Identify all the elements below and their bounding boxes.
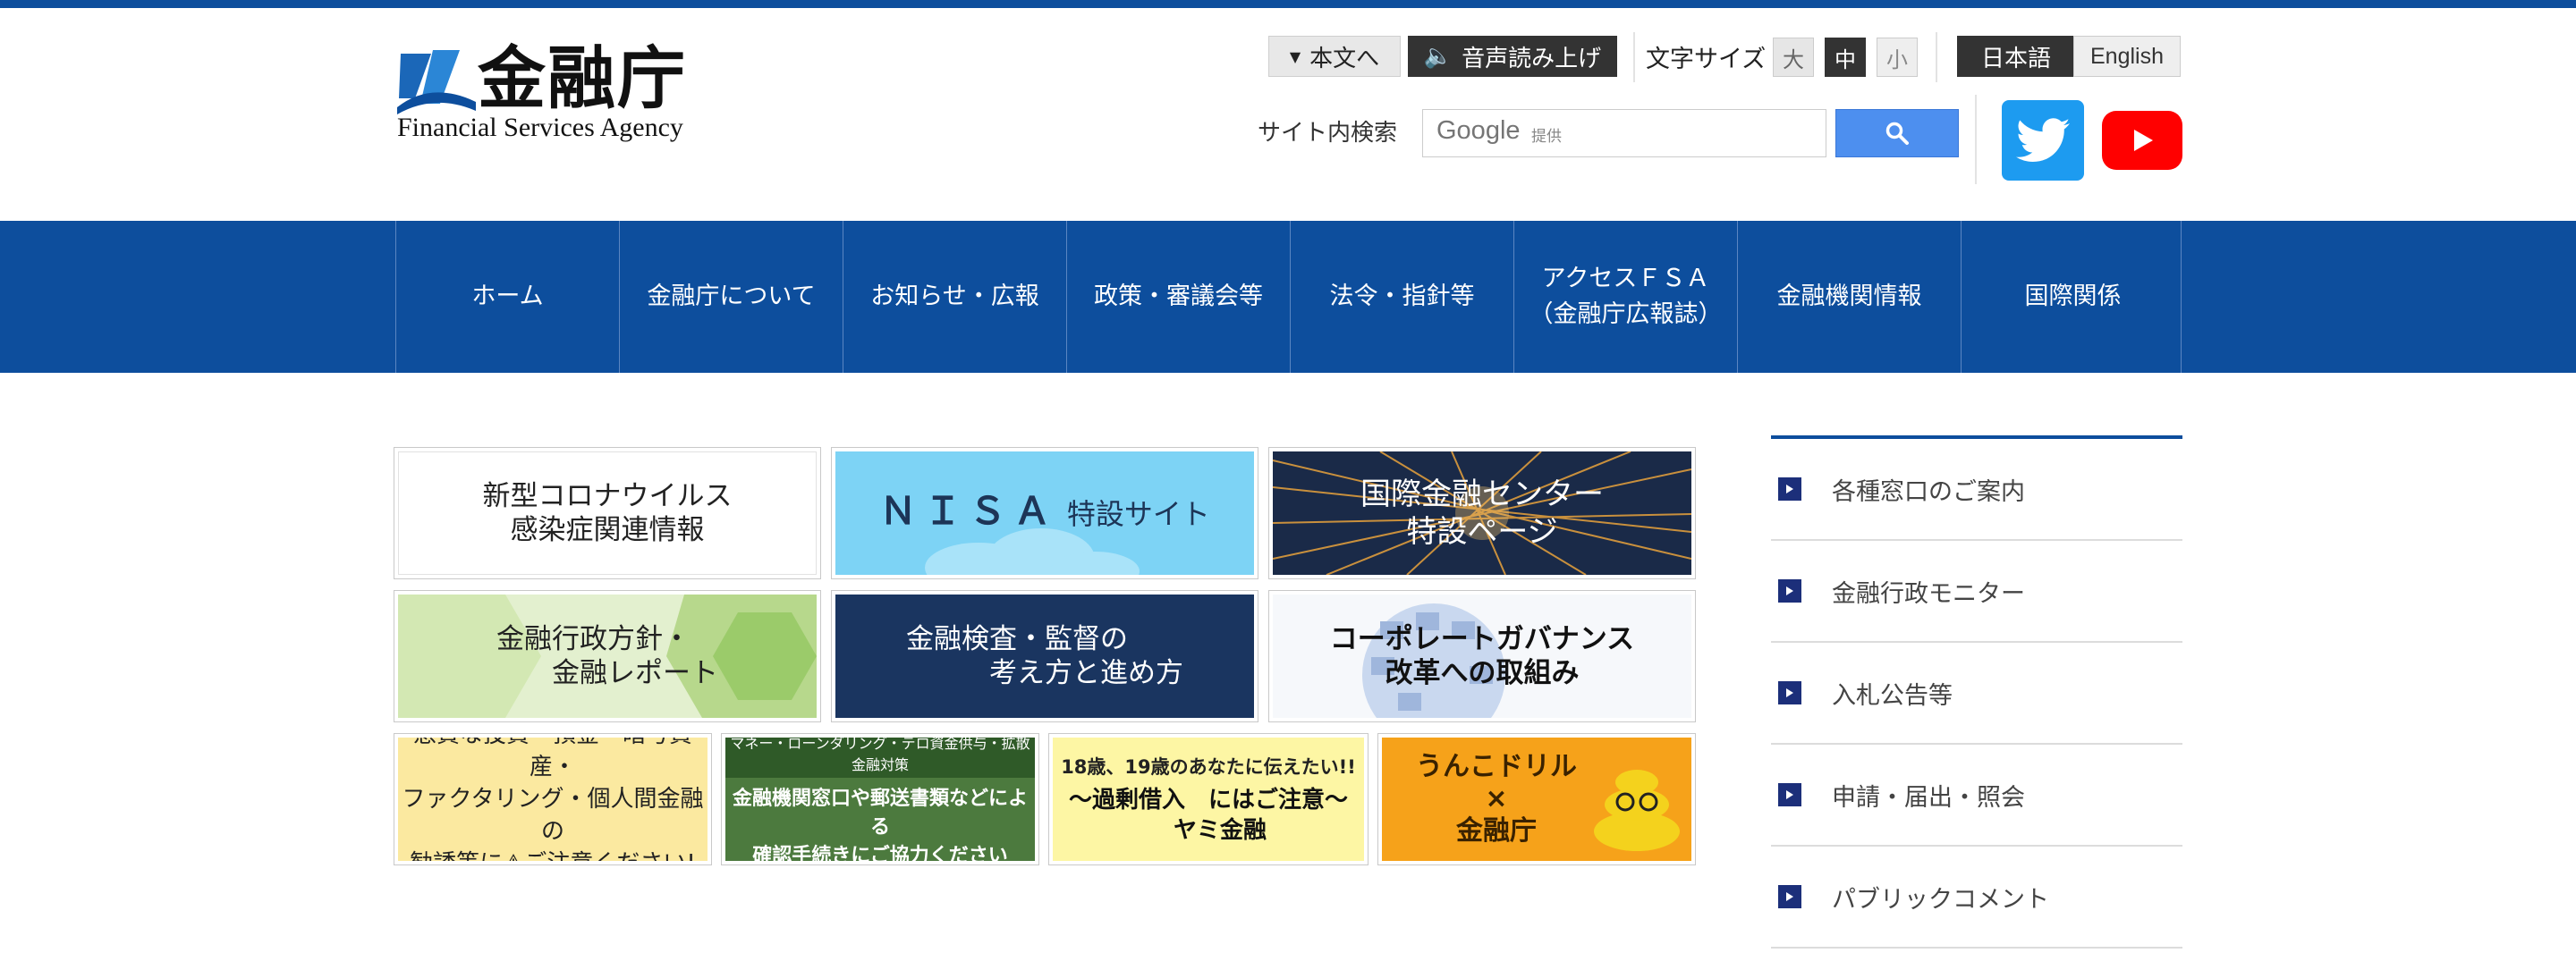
play-square-icon xyxy=(1778,783,1801,806)
play-square-icon xyxy=(1778,477,1801,501)
banner-corporate-governance[interactable]: コーポレートガバナンス 改革への取組み xyxy=(1268,590,1696,722)
banner-youth-debt[interactable]: 18歳、19歳のあなたに伝えたい!! 〜過剰借入 にはご注意〜 ヤミ金融 xyxy=(1048,733,1368,865)
nav-news[interactable]: お知らせ・広報 xyxy=(843,221,1066,373)
google-provided-label: 提供 xyxy=(1531,128,1562,146)
youtube-link[interactable] xyxy=(2102,111,2182,170)
nav-about[interactable]: 金融庁について xyxy=(619,221,843,373)
font-size-large-button[interactable]: 大 xyxy=(1773,38,1814,77)
side-item-bidding[interactable]: 入札公告等 xyxy=(1771,643,2182,745)
nav-home[interactable]: ホーム xyxy=(395,221,619,373)
font-size-medium-button[interactable]: 中 xyxy=(1825,38,1866,77)
site-search-label: サイト内検索 xyxy=(1258,120,1398,147)
play-square-icon xyxy=(1778,681,1801,704)
nav-policy[interactable]: 政策・審議会等 xyxy=(1066,221,1290,373)
search-button[interactable] xyxy=(1835,109,1959,157)
twitter-bird-icon xyxy=(2016,118,2070,162)
banner-intl-finance-center[interactable]: 国際金融センター 特設ページ xyxy=(1268,447,1696,579)
top-accent-bar xyxy=(0,0,2576,8)
side-item-monitor[interactable]: 金融行政モニター xyxy=(1771,541,2182,643)
banner-policy-report[interactable]: 金融行政方針・ 金融レポート xyxy=(394,590,821,722)
font-size-small-button[interactable]: 小 xyxy=(1877,38,1918,77)
banner-corona[interactable]: 新型コロナウイルス 感染症関連情報 xyxy=(394,447,821,579)
lang-english-button[interactable]: English xyxy=(2073,36,2181,77)
youtube-play-icon xyxy=(2134,130,2153,151)
divider xyxy=(1633,32,1635,82)
logo-japanese: 金融庁 xyxy=(478,38,687,118)
search-icon xyxy=(1885,122,1909,145)
fsa-logo-mark-icon xyxy=(397,50,476,114)
divider xyxy=(1936,32,1937,82)
font-size-label: 文字サイズ xyxy=(1646,46,1767,73)
speaker-icon: 🔈 xyxy=(1423,43,1453,70)
logo-english: Financial Services Agency xyxy=(397,113,683,142)
twitter-link[interactable] xyxy=(2002,100,2084,181)
skip-to-content-button[interactable]: ▼ 本文へ xyxy=(1268,36,1401,77)
nav-laws[interactable]: 法令・指針等 xyxy=(1290,221,1513,373)
nav-international[interactable]: 国際関係 xyxy=(1961,221,2184,373)
divider xyxy=(1975,95,1977,184)
voice-reading-button[interactable]: 🔈 音声読み上げ xyxy=(1408,36,1617,77)
banner-scam-warning[interactable]: 悪質な投資・預金・暗号資産・ ファクタリング・個人間金融の 勧誘等に⚠ご注意くだ… xyxy=(394,733,712,865)
fsa-logo[interactable]: 金融庁 Financial Services Agency xyxy=(395,41,691,145)
banner-nisa[interactable]: ＮＩＳＡ 特設サイト xyxy=(831,447,1258,579)
nav-access-fsa[interactable]: アクセスＦＳＡ （金融庁広報誌） xyxy=(1513,221,1737,373)
side-item-public-comment[interactable]: パブリックコメント xyxy=(1771,847,2182,949)
banner-aml[interactable]: マネー・ローンダリング・テロ資金供与・拡散金融対策 金融機関窓口や郵送書類などに… xyxy=(721,733,1039,865)
side-item-contact[interactable]: 各種窓口のご案内 xyxy=(1771,439,2182,541)
play-square-icon xyxy=(1778,579,1801,603)
poop-character-icon xyxy=(1594,770,1680,851)
banner-unko-drill[interactable]: うんこドリル × 金融庁 xyxy=(1377,733,1696,865)
nav-institutions[interactable]: 金融機関情報 xyxy=(1737,221,1961,373)
lang-japanese-button[interactable]: 日本語 xyxy=(1957,36,2075,77)
nav-divider xyxy=(2181,221,2182,373)
triangle-down-icon: ▼ xyxy=(1289,47,1301,65)
google-brand: Google xyxy=(1436,116,1521,145)
banner-inspection[interactable]: 金融検査・監督の 考え方と進め方 xyxy=(831,590,1258,722)
side-item-applications[interactable]: 申請・届出・照会 xyxy=(1771,745,2182,847)
play-square-icon xyxy=(1778,885,1801,908)
